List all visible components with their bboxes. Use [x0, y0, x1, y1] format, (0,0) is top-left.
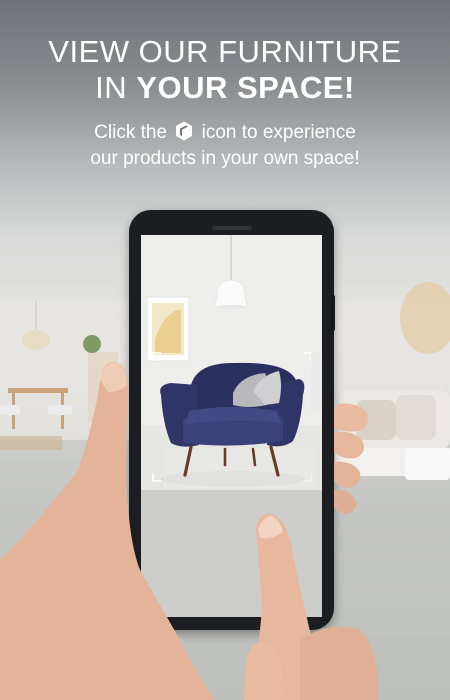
hands-holding-phone	[0, 361, 379, 700]
ar-promo-banner: VIEW OUR FURNITURE IN YOUR SPACE! Click …	[0, 0, 450, 700]
